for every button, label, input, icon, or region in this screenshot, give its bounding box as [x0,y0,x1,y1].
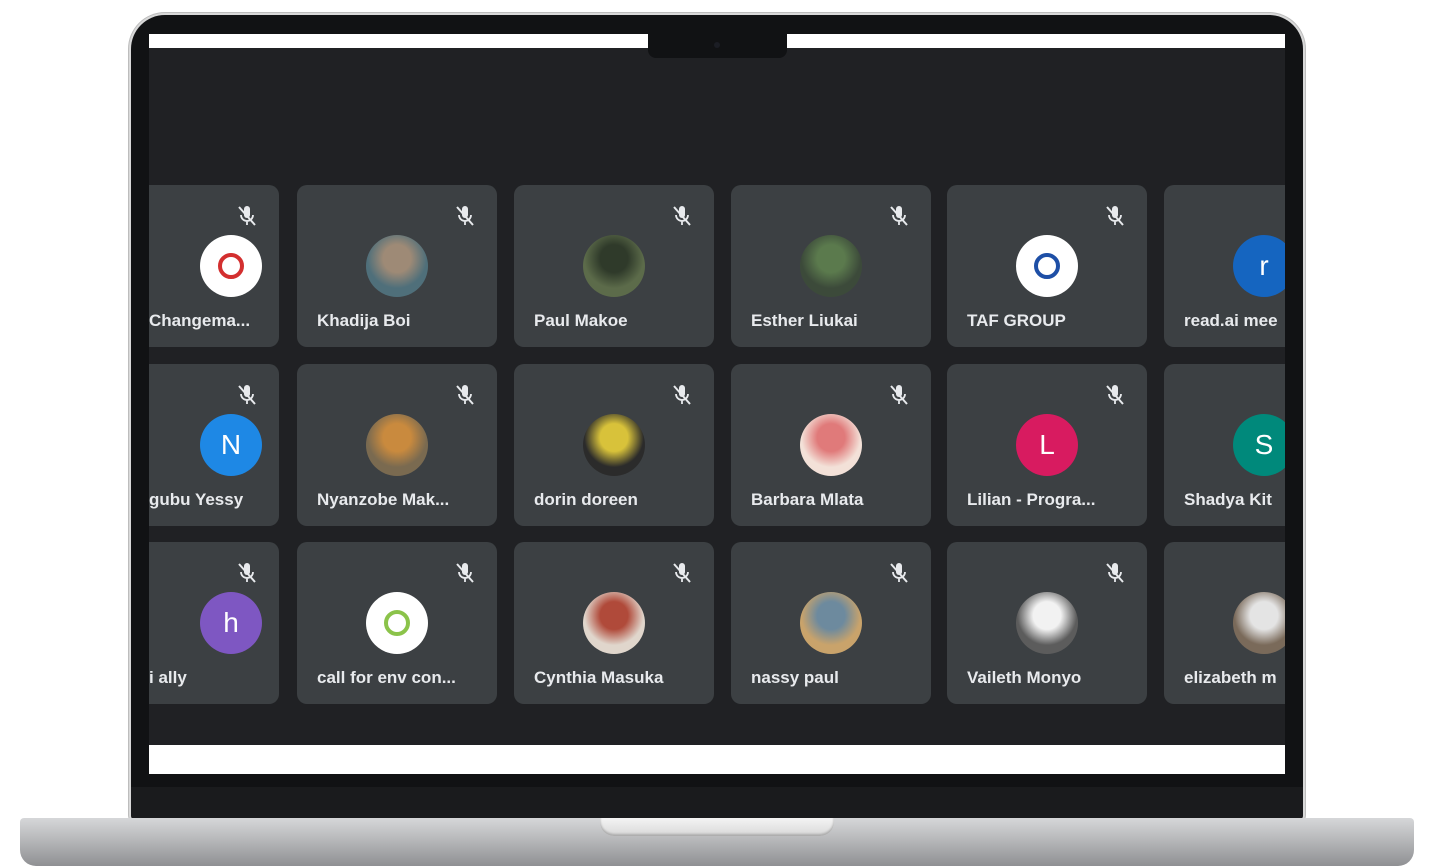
participant-tile[interactable]: Barbara Mlata [731,364,931,526]
avatar-initial: h [200,592,262,654]
avatar-logo-icon [1016,235,1078,297]
avatar-initial: N [200,414,262,476]
mic-off-icon [238,385,256,405]
mic-off-icon [673,563,691,583]
mic-off-icon [1106,206,1124,226]
logo-mark [1034,253,1060,279]
mic-off-icon [890,563,908,583]
avatar-photo [1016,592,1078,654]
participant-tile[interactable]: Cynthia Masuka [514,542,714,704]
meeting-screen: Changema... Khadija Boi Paul Makoe Esther L… [149,34,1285,774]
avatar-photo [583,592,645,654]
participant-tile[interactable]: nassy paul [731,542,931,704]
participant-name: Nyanzobe Mak... [317,490,450,509]
camera-icon [714,42,720,48]
mic-off-icon [456,385,474,405]
participant-tile[interactable]: Khadija Boi [297,185,497,347]
participant-tile[interactable]: call for env con... [297,542,497,704]
avatar-photo [583,235,645,297]
avatar-photo [800,414,862,476]
mic-off-icon [456,206,474,226]
mic-off-icon [238,563,256,583]
camera-notch [648,34,787,58]
avatar-initial: L [1016,414,1078,476]
participant-name: Paul Makoe [534,311,628,330]
mic-off-icon [890,206,908,226]
participant-grid: Changema... Khadija Boi Paul Makoe Esther L… [149,34,1285,774]
avatar-logo-icon [200,235,262,297]
avatar-photo [1233,592,1285,654]
avatar-logo-icon [366,592,428,654]
avatar-photo [800,592,862,654]
participant-name: Lilian - Progra... [967,490,1096,509]
participant-tile[interactable]: Changema... [149,185,279,347]
participant-name: gubu Yessy [149,490,244,509]
laptop-opening-groove [600,818,834,836]
mic-off-icon [1106,385,1124,405]
participant-tile[interactable]: TAF GROUP [947,185,1147,347]
participant-tile[interactable]: Ngubu Yessy [149,364,279,526]
participant-name: dorin doreen [534,490,638,509]
avatar-photo [366,414,428,476]
participant-tile[interactable]: Esther Liukai [731,185,931,347]
avatar-initial: r [1233,235,1285,297]
participant-name: i ally [149,668,187,687]
participant-name: Cynthia Masuka [534,668,664,687]
screen-bottom-strip [149,745,1285,774]
participant-tile[interactable]: elizabeth m [1164,542,1285,704]
participant-tile[interactable]: h i ally [149,542,279,704]
logo-mark [218,253,244,279]
participant-name: TAF GROUP [967,311,1066,330]
avatar-photo [583,414,645,476]
participant-tile[interactable]: Nyanzobe Mak... [297,364,497,526]
participant-name: Barbara Mlata [751,490,864,509]
mic-off-icon [1106,563,1124,583]
mic-off-icon [238,206,256,226]
mic-off-icon [456,563,474,583]
participant-tile[interactable]: Vaileth Monyo [947,542,1147,704]
mic-off-icon [673,385,691,405]
laptop-base [20,818,1414,866]
participant-name: Vaileth Monyo [967,668,1082,687]
participant-tile[interactable]: S Shadya Kit [1164,364,1285,526]
logo-mark [384,610,410,636]
participant-name: call for env con... [317,668,456,687]
participant-name: Khadija Boi [317,311,411,330]
participant-tile[interactable]: Paul Makoe [514,185,714,347]
participant-name: read.ai mee [1184,311,1278,330]
participant-tile[interactable]: L Lilian - Progra... [947,364,1147,526]
participant-name: nassy paul [751,668,839,687]
avatar-photo [366,235,428,297]
participant-tile[interactable]: r read.ai mee [1164,185,1285,347]
participant-name: Changema... [149,311,251,330]
participant-name: Shadya Kit [1184,490,1272,509]
avatar-photo [800,235,862,297]
mic-off-icon [890,385,908,405]
participant-name: elizabeth m [1184,668,1277,687]
participant-name: Esther Liukai [751,311,858,330]
mic-off-icon [673,206,691,226]
avatar-initial: S [1233,414,1285,476]
laptop-chin [131,787,1303,821]
participant-tile[interactable]: dorin doreen [514,364,714,526]
